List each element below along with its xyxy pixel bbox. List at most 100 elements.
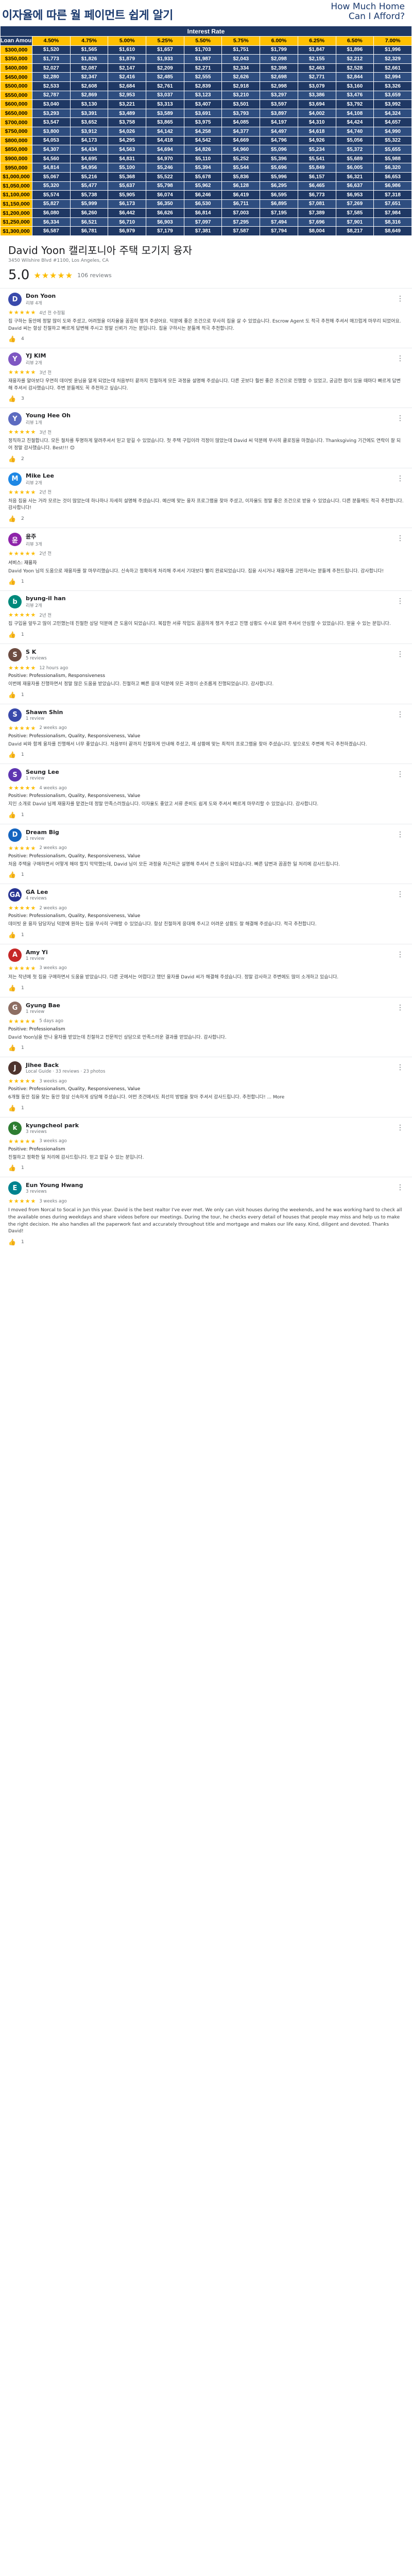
avatar[interactable]: E [8, 1181, 22, 1195]
reviewer-header: b byung-il han 리뷰 2개 [8, 595, 404, 609]
more-options-icon[interactable]: ⋮ [397, 831, 404, 839]
reviewer-name[interactable]: Amy Yi [26, 949, 48, 956]
like-count: 4 [21, 336, 24, 342]
thumbs-up-icon[interactable]: 👍 [8, 931, 16, 939]
more-options-icon[interactable]: ⋮ [397, 1183, 404, 1192]
payment-cell: $4,970 [146, 154, 184, 164]
thumbs-up-icon[interactable]: 👍 [8, 751, 16, 758]
payment-cell: $4,310 [297, 117, 336, 127]
review-text: 이번에 재융자를 진행하면서 정말 많은 도움을 받았습니다. 친절하고 빠른 … [8, 682, 274, 687]
thumbs-up-icon[interactable]: 👍 [8, 578, 16, 585]
thumbs-up-icon[interactable]: 👍 [8, 691, 16, 699]
payment-cell: $6,953 [335, 190, 374, 200]
thumbs-up-icon[interactable]: 👍 [8, 871, 16, 878]
reviews-count-link[interactable]: 106 reviews [77, 272, 112, 279]
avatar[interactable]: M [8, 472, 22, 486]
avatar[interactable]: b [8, 595, 22, 609]
more-options-icon[interactable]: ⋮ [397, 951, 404, 959]
thumbs-up-icon[interactable]: 👍 [8, 1105, 16, 1112]
more-options-icon[interactable]: ⋮ [397, 354, 404, 363]
avatar[interactable]: S [8, 648, 22, 662]
loan-amount-cell: $900,000 [0, 154, 32, 164]
review-stars-icon: ★★★★★ [8, 612, 37, 619]
reviewer-name[interactable]: Don Yoon [26, 293, 56, 299]
review-card: S Seung Lee 1 review ⋮ ★★★★★ 4 weeks ago Posit… [0, 764, 412, 824]
reviewer-meta: 5 reviews [26, 656, 47, 661]
more-options-icon[interactable]: ⋮ [397, 770, 404, 778]
more-options-icon[interactable]: ⋮ [397, 650, 404, 658]
review-card: b byung-il han 리뷰 2개 ⋮ ★★★★★ 2년 전집 구입을 앞두고 많이… [0, 590, 412, 643]
review-rating-line: ★★★★★ 5 days ago [8, 1018, 404, 1025]
payment-cell: $2,994 [373, 72, 412, 82]
review-attributes: Positive: Professionalism, Responsivenes… [8, 673, 106, 679]
reviewer-info: Eun Young Hwang 3 reviews [26, 1182, 83, 1194]
payment-cell: $2,998 [260, 81, 298, 91]
avatar[interactable]: k [8, 1121, 22, 1135]
payment-cell: $7,295 [221, 217, 261, 227]
reviewer-name[interactable]: kyungcheol park [26, 1122, 79, 1129]
thumbs-up-icon[interactable]: 👍 [8, 1239, 16, 1246]
more-options-icon[interactable]: ⋮ [397, 1124, 404, 1132]
reviewer-name[interactable]: Young Hee Oh [26, 412, 71, 419]
review-footer: 👍 1 [8, 1239, 404, 1246]
more-options-icon[interactable]: ⋮ [397, 534, 404, 543]
reviewer-name[interactable]: 윤주 [26, 532, 42, 540]
review-text: 친절하고 정확한 일 처리에 감사드립니다. 믿고 맡길 수 있는 분입니다. [8, 1155, 144, 1160]
payment-cell: $6,350 [146, 199, 184, 209]
review-footer: 👍 1 [8, 631, 404, 638]
reviewer-name[interactable]: Jihee Back [26, 1062, 105, 1069]
avatar[interactable]: S [8, 768, 22, 782]
reviewer-name[interactable]: byung-il han [26, 595, 66, 602]
payment-cell: $3,079 [297, 81, 336, 91]
payment-cell: $6,986 [373, 181, 412, 191]
payment-cell: $6,334 [32, 217, 71, 227]
payment-cell: $7,179 [146, 226, 184, 236]
thumbs-up-icon[interactable]: 👍 [8, 335, 16, 343]
reviewer-name[interactable]: Eun Young Hwang [26, 1182, 83, 1189]
avatar[interactable]: J [8, 1061, 22, 1075]
reviewer-name[interactable]: YJ KIM [26, 352, 46, 359]
thumbs-up-icon[interactable]: 👍 [8, 985, 16, 992]
reviewer-name[interactable]: S K [26, 649, 47, 655]
payment-cell: $5,216 [70, 172, 109, 182]
more-options-icon[interactable]: ⋮ [397, 474, 404, 483]
thumbs-up-icon[interactable]: 👍 [8, 455, 16, 463]
more-options-icon[interactable]: ⋮ [397, 1004, 404, 1012]
review-attributes: Positive: Professionalism, Quality, Resp… [8, 853, 141, 859]
reviewer-header: E Eun Young Hwang 3 reviews [8, 1181, 404, 1195]
thumbs-up-icon[interactable]: 👍 [8, 631, 16, 638]
thumbs-up-icon[interactable]: 👍 [8, 1164, 16, 1172]
like-count: 1 [21, 1105, 24, 1111]
more-options-icon[interactable]: ⋮ [397, 1063, 404, 1072]
payment-cell: $5,988 [373, 154, 412, 164]
payment-cell: $3,037 [146, 90, 184, 100]
reviewer-name[interactable]: Seung Lee [26, 769, 59, 775]
reviewer-name[interactable]: Mike Lee [26, 472, 54, 479]
avatar[interactable]: S [8, 708, 22, 722]
reviewer-name[interactable]: GA Lee [26, 889, 48, 895]
avatar[interactable]: G [8, 1001, 22, 1015]
reviewer-name[interactable]: Dream Big [26, 829, 59, 836]
payment-cell: $3,975 [183, 117, 222, 127]
rate-row: $400,000 $2,027 $2,087 $2,147 $2,209 $2,271 $2… [0, 63, 412, 73]
avatar[interactable]: GA [8, 888, 22, 902]
thumbs-up-icon[interactable]: 👍 [8, 395, 16, 402]
thumbs-up-icon[interactable]: 👍 [8, 1044, 16, 1052]
more-options-icon[interactable]: ⋮ [397, 414, 404, 422]
avatar[interactable]: D [8, 828, 22, 842]
avatar[interactable]: 윤 [8, 533, 22, 547]
thumbs-up-icon[interactable]: 👍 [8, 811, 16, 819]
avatar[interactable]: Y [8, 352, 22, 366]
more-options-icon[interactable]: ⋮ [397, 295, 404, 303]
more-options-icon[interactable]: ⋮ [397, 710, 404, 719]
avatar[interactable]: D [8, 293, 22, 307]
payment-cell: $6,442 [108, 208, 147, 218]
more-options-icon[interactable]: ⋮ [397, 597, 404, 605]
avatar[interactable]: Y [8, 412, 22, 426]
more-options-icon[interactable]: ⋮ [397, 890, 404, 899]
thumbs-up-icon[interactable]: 👍 [8, 515, 16, 522]
reviewer-name[interactable]: Shawn Shin [26, 709, 63, 716]
reviewer-name[interactable]: Gyung Bae [26, 1002, 60, 1009]
payment-cell: $4,694 [146, 145, 184, 155]
avatar[interactable]: A [8, 948, 22, 962]
